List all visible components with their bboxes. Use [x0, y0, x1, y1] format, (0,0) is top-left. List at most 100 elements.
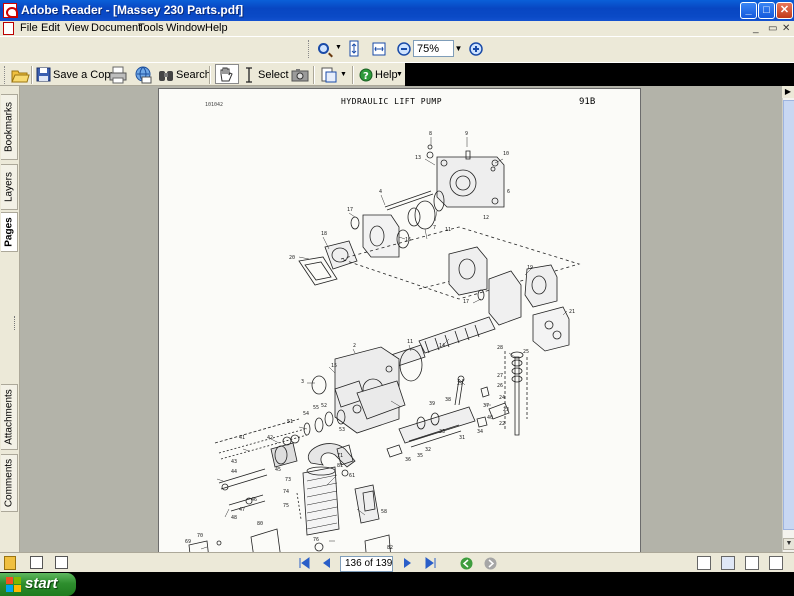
facing-layout-icon[interactable] — [745, 556, 759, 570]
part-label: 9 — [465, 131, 468, 137]
scroll-down-arrow-icon[interactable]: ▼ — [783, 538, 794, 550]
svg-text:?: ? — [363, 71, 369, 82]
exploded-parts-diagram: 8 9 10 6 12 13 4 7 11 17 16 18 20 19 17 … — [159, 89, 641, 552]
adobe-reader-window: Adobe Reader - [Massey 230 Parts.pdf] _ … — [0, 0, 794, 596]
menu-document[interactable]: Document — [91, 22, 141, 34]
part-label: 43 — [231, 459, 237, 465]
menu-file[interactable]: File — [20, 22, 38, 34]
close-button[interactable]: ✕ — [776, 2, 793, 19]
page-number-field[interactable]: 136 of 139 — [340, 556, 393, 572]
lock-document-icon[interactable] — [4, 556, 16, 570]
part-label: 11 — [445, 227, 451, 233]
last-page-icon[interactable] — [425, 557, 437, 569]
camera-icon — [290, 65, 310, 85]
folder-open-icon — [10, 65, 30, 85]
part-label: 13 — [415, 155, 421, 161]
first-page-icon[interactable] — [298, 557, 310, 569]
select-label: Select — [258, 69, 289, 81]
zoom-dropdown-arrow-icon[interactable]: ▼ — [454, 40, 463, 57]
menu-tools[interactable]: Tools — [138, 22, 164, 34]
next-view-icon[interactable] — [484, 557, 497, 570]
doc-close-button[interactable]: ✕ — [782, 23, 790, 34]
part-label: 4 — [379, 189, 382, 195]
main-toolbar: Save a Copy Search Select ▼ ? — [0, 62, 794, 86]
search-button[interactable]: Search — [156, 64, 204, 84]
search-label: Search — [176, 69, 211, 81]
toolbar-grip[interactable] — [4, 66, 7, 84]
part-label: 42 — [267, 435, 273, 441]
continuous-layout-icon[interactable] — [721, 556, 735, 570]
hand-tool-button[interactable] — [215, 64, 239, 84]
part-label: 71 — [337, 453, 343, 459]
toolbar-empty-area — [405, 63, 794, 86]
part-label: 25 — [523, 349, 529, 355]
actual-size-button[interactable] — [345, 39, 363, 59]
tab-pages[interactable]: Pages — [1, 212, 18, 252]
tab-attachments[interactable]: Attachments — [1, 384, 18, 450]
toolbar-grip[interactable] — [308, 40, 311, 58]
single-page-layout-icon[interactable] — [697, 556, 711, 570]
part-label: 55 — [313, 405, 319, 411]
part-label: 46 — [251, 497, 257, 503]
rotate-view-button[interactable]: ▼ — [318, 64, 348, 84]
menu-help[interactable]: Help — [205, 22, 228, 34]
next-page-icon[interactable] — [402, 557, 414, 569]
open-button[interactable] — [9, 64, 31, 84]
part-label: 22 — [499, 421, 505, 427]
chevron-down-icon: ▼ — [335, 44, 342, 51]
part-label: 44 — [231, 469, 237, 475]
toolbar-separator — [352, 66, 354, 84]
part-label: 19 — [527, 265, 533, 271]
tab-layers[interactable]: Layers — [1, 164, 18, 210]
part-label: 82 — [387, 545, 393, 551]
select-tool-button[interactable]: Select — [241, 64, 285, 84]
part-label: 61 — [349, 473, 355, 479]
previous-view-icon[interactable] — [460, 557, 473, 570]
menu-edit[interactable]: Edit — [41, 22, 60, 34]
document-view[interactable]: 101042 HYDRAULIC LIFT PUMP 91B — [20, 86, 782, 552]
help-button[interactable]: ? Help ▼ — [357, 64, 403, 84]
windows-logo-icon — [6, 577, 21, 592]
chevron-down-icon: ▼ — [396, 71, 403, 78]
part-label: 3 — [301, 379, 304, 385]
scrollbar-thumb[interactable] — [783, 100, 794, 530]
minimize-button[interactable]: _ — [740, 2, 757, 19]
print-button[interactable] — [107, 64, 127, 84]
tab-comments[interactable]: Comments — [1, 454, 18, 512]
pane-resize-handle[interactable] — [14, 316, 17, 330]
menu-view[interactable]: View — [65, 22, 89, 34]
adobe-reader-icon — [3, 3, 17, 18]
zoom-out-icon — [396, 40, 412, 58]
title-bar: Adobe Reader - [Massey 230 Parts.pdf] _ … — [0, 0, 794, 21]
save-a-copy-button[interactable]: Save a Copy — [35, 64, 103, 84]
part-label: 33 — [439, 429, 445, 435]
previous-page-icon[interactable] — [320, 557, 332, 569]
part-label: 54 — [303, 411, 309, 417]
expand-pane-arrow-icon[interactable]: ▶ — [782, 86, 794, 98]
doc-minimize-button[interactable]: _ — [753, 23, 759, 34]
snapshot-tool-button[interactable] — [289, 64, 309, 84]
tab-attachments-label: Attachments — [4, 389, 15, 445]
email-button[interactable] — [132, 64, 152, 84]
start-button[interactable]: start — [0, 573, 76, 596]
tab-bookmarks[interactable]: Bookmarks — [1, 94, 18, 160]
fit-page-button[interactable] — [370, 39, 388, 59]
zoom-out-button[interactable] — [395, 39, 411, 59]
vertical-scrollbar[interactable]: ▲ ▼ — [782, 86, 794, 552]
part-label: 37 — [483, 403, 489, 409]
part-label: 58 — [381, 509, 387, 515]
part-label: 35 — [417, 453, 423, 459]
continuous-facing-layout-icon[interactable] — [769, 556, 783, 570]
menu-window[interactable]: Window — [166, 22, 205, 34]
tab-pages-label: Pages — [4, 217, 15, 246]
page-options-icon[interactable] — [30, 556, 43, 569]
zoom-level-input[interactable] — [413, 40, 454, 57]
zoom-in-button[interactable] — [467, 39, 483, 59]
document-properties-icon[interactable] — [55, 556, 68, 569]
doc-restore-button[interactable]: ▭ — [768, 23, 777, 34]
maximize-button[interactable]: □ — [758, 2, 775, 19]
zoom-tool-button[interactable]: ▼ — [314, 39, 342, 59]
pdf-document-icon[interactable] — [3, 22, 14, 35]
part-label: 38 — [445, 397, 451, 403]
part-label: 69 — [185, 539, 191, 545]
